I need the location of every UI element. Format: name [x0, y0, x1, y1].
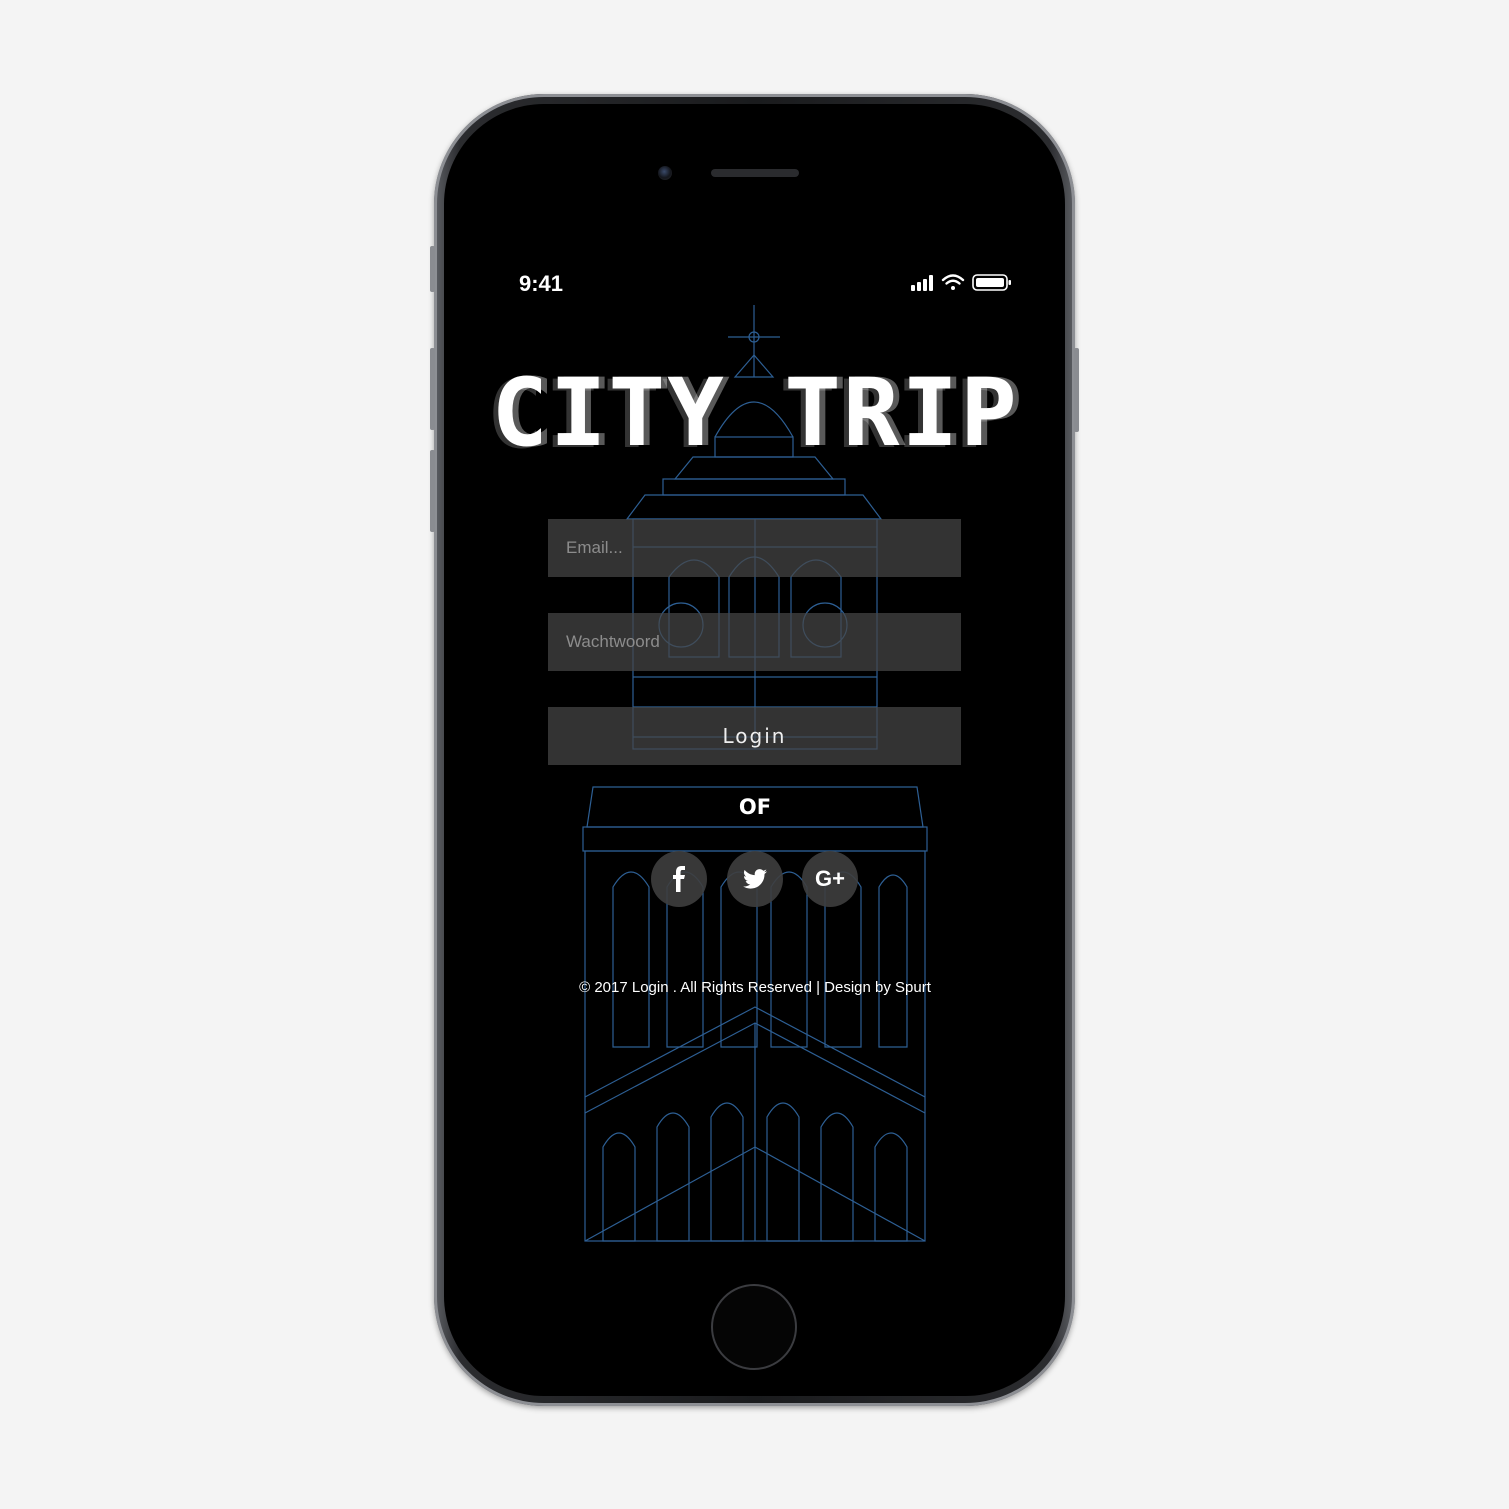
wifi-icon: [941, 274, 965, 290]
status-time: 9:41: [519, 271, 564, 296]
or-separator-label: OF: [738, 795, 772, 819]
google-plus-login-button[interactable]: G+: [802, 851, 858, 907]
twitter-icon: [743, 869, 767, 889]
volume-down-button: [430, 450, 435, 532]
front-camera: [658, 166, 672, 180]
earpiece-speaker: [711, 169, 799, 177]
facebook-login-button[interactable]: [651, 851, 707, 907]
status-icons: [911, 274, 1011, 291]
battery-icon: [972, 274, 1011, 291]
app-screen: 9:41 CITY TRIP Login OF G: [453, 247, 1057, 1279]
home-button[interactable]: [711, 1284, 797, 1370]
power-button: [1074, 348, 1079, 432]
ringer-switch: [430, 246, 435, 292]
login-button[interactable]: Login: [548, 707, 961, 765]
cellular-signal-icon: [911, 275, 933, 291]
app-title: CITY TRIP: [491, 359, 1019, 468]
volume-up-button: [430, 348, 435, 430]
google-plus-icon: G+: [815, 866, 845, 891]
footer-copyright: © 2017 Login . All Rights Reserved | Des…: [579, 979, 931, 996]
facebook-icon: [673, 866, 685, 892]
twitter-login-button[interactable]: [727, 851, 783, 907]
password-input[interactable]: [548, 613, 961, 671]
email-input[interactable]: [548, 519, 961, 577]
